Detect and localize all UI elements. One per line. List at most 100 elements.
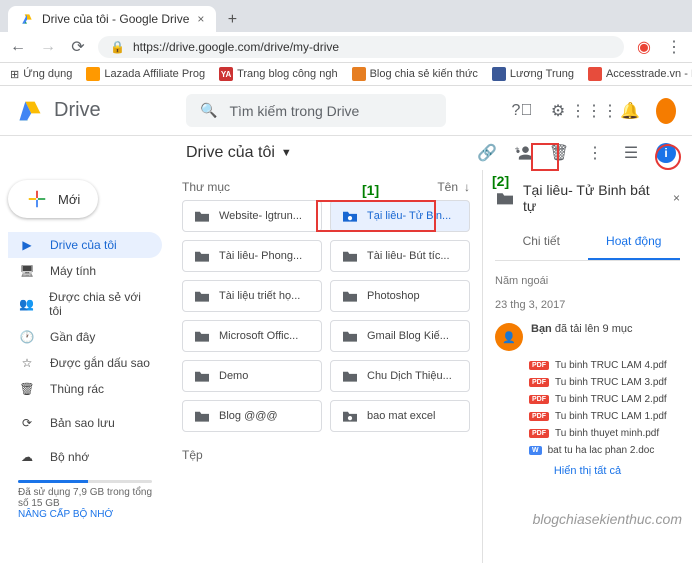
show-all-link[interactable]: Hiển thị tất cả	[495, 459, 680, 483]
get-link-button[interactable]: 🔗	[476, 142, 498, 164]
file-type-badge: W	[529, 446, 542, 455]
user-avatar: 👤	[495, 323, 523, 351]
section-folders-label: Thư mục	[182, 180, 230, 194]
folder-icon	[193, 209, 211, 223]
sidebar-item-storage[interactable]: ☁Bộ nhớ	[8, 444, 162, 470]
clock-icon: 🕐	[18, 330, 36, 344]
list-view-button[interactable]: ☰	[620, 142, 642, 164]
tab-details[interactable]: Chi tiết	[495, 224, 588, 260]
sidebar-item-starred[interactable]: ☆Được gắn dấu sao	[8, 350, 162, 376]
sidebar: Mới ▶Drive của tôi 🖥Máy tính 👥Được chia …	[0, 170, 170, 563]
bookmark-item[interactable]: Lazada Affiliate Prog	[86, 67, 205, 81]
activity-file-item[interactable]: PDFTu binh TRUC LAM 4.pdf	[529, 357, 680, 374]
forward-button[interactable]: →	[38, 37, 58, 57]
folder-icon	[495, 190, 515, 206]
bookmark-item[interactable]: YATrang blog công ngh	[219, 67, 338, 81]
bookmark-icon	[492, 67, 506, 81]
computer-icon: 🖥	[18, 264, 36, 278]
help-button[interactable]: ?⃝	[512, 101, 532, 121]
folder-item[interactable]: Gmail Blog Kiế...	[330, 320, 470, 352]
reload-button[interactable]: ⟳	[68, 37, 88, 57]
bookmark-icon	[86, 67, 100, 81]
activity-file-item[interactable]: PDFTu binh TRUC LAM 2.pdf	[529, 391, 680, 408]
account-avatar[interactable]	[656, 101, 676, 121]
folder-item[interactable]: Demo	[182, 360, 322, 392]
close-button[interactable]: ×	[673, 191, 680, 205]
drive-header: Drive 🔍 Tìm kiếm trong Drive ?⃝ ⚙ ⋮⋮⋮ 🔔	[0, 86, 692, 136]
lock-icon: 🔒	[110, 40, 125, 54]
new-button[interactable]: Mới	[8, 180, 98, 218]
settings-button[interactable]: ⚙	[548, 101, 568, 121]
browser-tab[interactable]: Drive của tôi - Google Drive ×	[8, 6, 216, 32]
new-tab-button[interactable]: +	[220, 8, 244, 32]
people-icon: 👥	[18, 297, 35, 311]
activity-file-item[interactable]: PDFTu binh thuyet minh.pdf	[529, 425, 680, 442]
folder-item[interactable]: Tại liêu- Tử Bin...	[330, 200, 470, 232]
breadcrumb[interactable]: Drive của tôi ▼	[186, 144, 292, 162]
sidebar-item-computers[interactable]: 🖥Máy tính	[8, 258, 162, 284]
folder-item[interactable]: Tài liêu- Phong...	[182, 240, 322, 272]
folder-icon	[193, 409, 211, 423]
folder-item[interactable]: Microsoft Offic...	[182, 320, 322, 352]
activity-file-item[interactable]: Wbat tu ha lac phan 2.doc	[529, 442, 680, 459]
folder-icon	[341, 289, 359, 303]
share-button[interactable]: +	[512, 142, 534, 164]
bookmark-icon: YA	[219, 67, 233, 81]
upgrade-link[interactable]: NÂNG CẤP BỘ NHỚ	[18, 509, 152, 520]
shared-folder-icon	[341, 409, 359, 423]
activity-date: 23 thg 3, 2017	[495, 293, 680, 317]
folder-icon	[193, 289, 211, 303]
notifications-button[interactable]: 🔔	[620, 101, 640, 121]
search-placeholder: Tìm kiếm trong Drive	[229, 103, 359, 119]
folder-icon	[341, 369, 359, 383]
folder-item[interactable]: Blog @@@	[182, 400, 322, 432]
activity-text: Bạn đã tải lên 9 mục	[531, 323, 633, 351]
sort-button[interactable]: Tên↓	[437, 180, 470, 194]
activity-year: Năm ngoái	[495, 269, 680, 293]
storage-info: Đã sử dụng 7,9 GB trong tổng số 15 GB NÂ…	[8, 470, 162, 526]
menu-icon[interactable]: ⋮	[664, 37, 684, 57]
sidebar-item-shared[interactable]: 👥Được chia sẻ với tôi	[8, 284, 162, 324]
address-bar[interactable]: 🔒 https://drive.google.com/drive/my-driv…	[98, 36, 624, 58]
back-button[interactable]: ←	[8, 37, 28, 57]
folder-icon	[193, 329, 211, 343]
bookmark-item[interactable]: Blog chia sẻ kiến thức	[352, 67, 478, 81]
folder-item[interactable]: Tài liêu- Bút tíc...	[330, 240, 470, 272]
drive-title: Drive	[54, 99, 101, 122]
more-button[interactable]: ⋮	[584, 142, 606, 164]
delete-button[interactable]: 🗑	[548, 142, 570, 164]
activity-file-item[interactable]: PDFTu binh TRUC LAM 3.pdf	[529, 374, 680, 391]
file-type-badge: PDF	[529, 429, 549, 438]
search-input[interactable]: 🔍 Tìm kiếm trong Drive	[186, 94, 446, 127]
cloud-icon: ☁	[18, 450, 36, 464]
sidebar-item-recent[interactable]: 🕐Gần đây	[8, 324, 162, 350]
sidebar-item-backup[interactable]: ⟳Bản sao lưu	[8, 410, 162, 436]
apps-grid-button[interactable]: ⋮⋮⋮	[584, 101, 604, 121]
drive-icon	[20, 12, 34, 26]
folder-item[interactable]: Website- lgtrun...	[182, 200, 322, 232]
file-type-badge: PDF	[529, 378, 549, 387]
folder-item[interactable]: Chu Dịch Thiệu...	[330, 360, 470, 392]
folder-item[interactable]: Tài liệu triết họ...	[182, 280, 322, 312]
folder-item[interactable]: Photoshop	[330, 280, 470, 312]
file-area: Thư mục Tên↓ Website- lgtrun...Tại liêu-…	[170, 170, 482, 563]
sidebar-item-my-drive[interactable]: ▶Drive của tôi	[8, 232, 162, 258]
chevron-down-icon: ▼	[281, 147, 292, 159]
folder-item[interactable]: bao mat excel	[330, 400, 470, 432]
sidebar-item-trash[interactable]: 🗑Thùng rác	[8, 376, 162, 402]
apps-button[interactable]: ⊞Ứng dụng	[10, 68, 72, 81]
apps-icon: ⊞	[10, 68, 19, 81]
svg-text:+: +	[515, 143, 520, 153]
bookmark-item[interactable]: Accesstrade.vn - H	[588, 67, 692, 81]
extension-icon[interactable]: ◉	[634, 37, 654, 57]
bookmark-icon	[352, 67, 366, 81]
tab-close-icon[interactable]: ×	[197, 12, 204, 26]
bookmark-item[interactable]: Lương Trung	[492, 67, 574, 81]
activity-file-item[interactable]: PDFTu binh TRUC LAM 1.pdf	[529, 408, 680, 425]
info-button[interactable]: i	[656, 143, 676, 163]
tab-activity[interactable]: Hoạt động	[588, 224, 681, 260]
drive-logo[interactable]: Drive	[16, 97, 166, 125]
plus-icon	[26, 188, 48, 210]
folder-icon	[341, 249, 359, 263]
file-type-badge: PDF	[529, 395, 549, 404]
